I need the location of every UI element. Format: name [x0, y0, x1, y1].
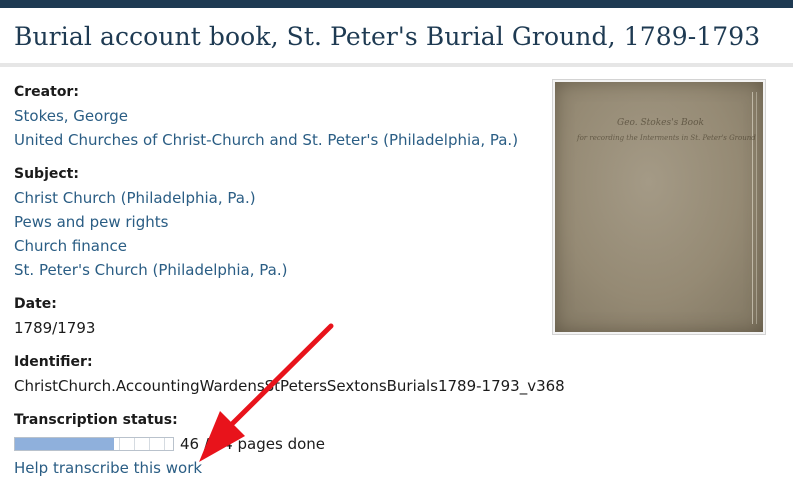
transcription-progress-row: 46 / 74 pages done	[14, 432, 565, 456]
pages-done-text: 46 / 74 pages done	[180, 435, 326, 453]
subject-section: Subject: Christ Church (Philadelphia, Pa…	[14, 162, 565, 282]
transcription-progress-bar	[14, 437, 174, 451]
top-bar	[0, 0, 793, 8]
creator-label: Creator:	[14, 84, 79, 100]
creator-link[interactable]: United Churches of Christ-Church and St.…	[14, 128, 565, 152]
date-section: Date: 1789/1793	[14, 292, 565, 340]
creator-section: Creator: Stokes, George United Churches …	[14, 80, 565, 152]
page-edges	[752, 92, 757, 324]
transcription-section: Transcription status: 46 / 74 pages done…	[14, 408, 565, 480]
subject-link[interactable]: Pews and pew rights	[14, 210, 565, 234]
date-value: 1789/1793	[14, 319, 96, 337]
title-divider	[0, 63, 793, 67]
progress-bar-fill	[15, 438, 114, 450]
identifier-section: Identifier: ChristChurch.AccountingWarde…	[14, 350, 565, 398]
subject-link[interactable]: Christ Church (Philadelphia, Pa.)	[14, 186, 565, 210]
subject-link[interactable]: Church finance	[14, 234, 565, 258]
subject-link[interactable]: St. Peter's Church (Philadelphia, Pa.)	[14, 258, 565, 282]
identifier-label: Identifier:	[14, 354, 93, 370]
cover-inscription: for recording the Interments in St. Pete…	[577, 134, 756, 142]
work-thumbnail[interactable]: Geo. Stokes's Book for recording the Int…	[552, 79, 766, 335]
page-title: Burial account book, St. Peter's Burial …	[14, 22, 761, 51]
cover-inscription: Geo. Stokes's Book	[617, 118, 704, 128]
subject-label: Subject:	[14, 166, 79, 182]
identifier-value: ChristChurch.AccountingWardensStPetersSe…	[14, 377, 565, 395]
book-cover-image: Geo. Stokes's Book for recording the Int…	[555, 82, 763, 332]
help-transcribe-link[interactable]: Help transcribe this work	[14, 456, 565, 480]
transcription-status-label: Transcription status:	[14, 412, 178, 428]
date-label: Date:	[14, 296, 57, 312]
creator-link[interactable]: Stokes, George	[14, 104, 565, 128]
metadata-panel: Creator: Stokes, George United Churches …	[14, 80, 565, 490]
